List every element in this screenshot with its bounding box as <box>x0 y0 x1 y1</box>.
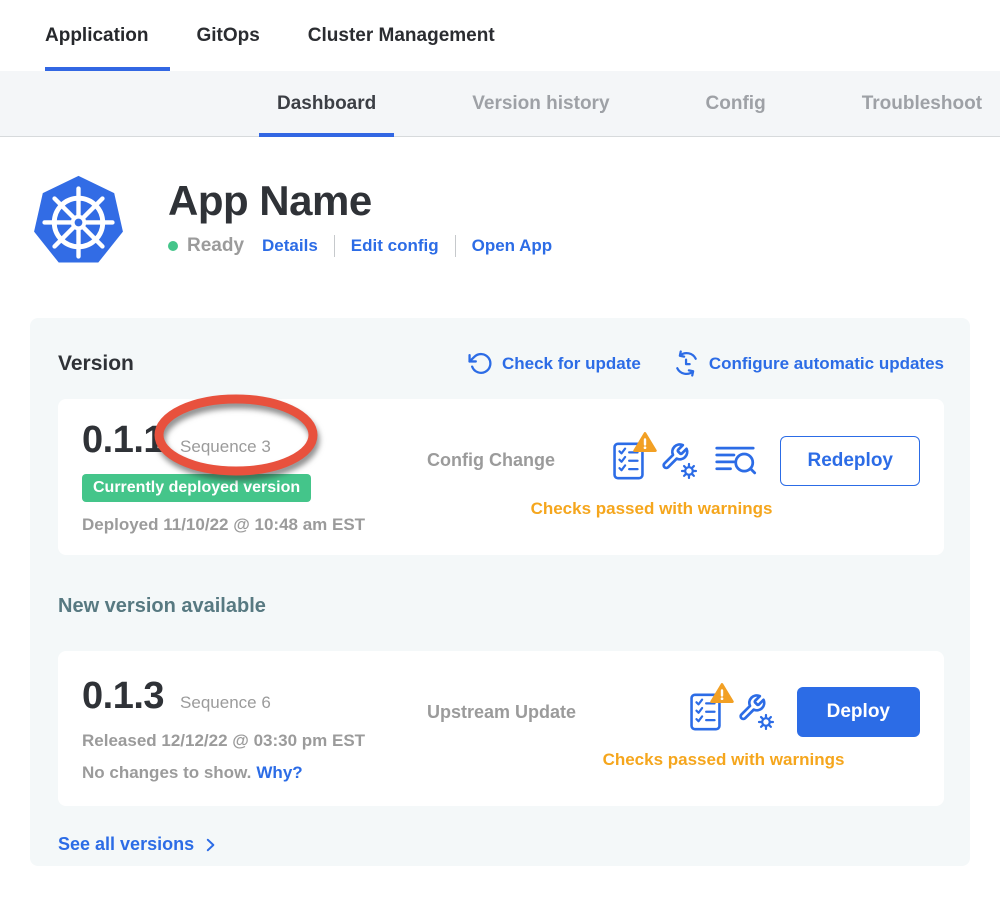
app-header: App Name Ready Details Edit config Open … <box>30 173 1000 270</box>
open-app-link[interactable]: Open App <box>472 236 553 256</box>
schedule-update-icon <box>673 350 700 377</box>
version-section-title: Version <box>58 352 134 376</box>
no-changes-text: No changes to show. <box>82 763 251 782</box>
version-source-label: Upstream Update <box>427 702 576 723</box>
chevron-right-icon <box>201 836 219 854</box>
available-version-number: 0.1.3 <box>82 675 164 718</box>
check-for-update-label: Check for update <box>502 354 641 374</box>
primary-nav: Application GitOps Cluster Management <box>0 0 1000 71</box>
details-link[interactable]: Details <box>262 236 318 256</box>
currently-deployed-badge: Currently deployed version <box>82 474 311 502</box>
refresh-icon <box>468 351 493 376</box>
available-sequence-label: Sequence 6 <box>180 693 271 713</box>
warning-triangle-icon <box>710 682 734 704</box>
released-timestamp: Released 12/12/22 @ 03:30 pm EST <box>82 731 427 751</box>
edit-config-link[interactable]: Edit config <box>351 236 439 256</box>
version-source-label: Config Change <box>427 450 555 471</box>
why-link[interactable]: Why? <box>256 763 302 782</box>
redeploy-button[interactable]: Redeploy <box>780 436 920 486</box>
config-tools-icon[interactable] <box>660 442 698 480</box>
changes-note: No changes to show. Why? <box>82 763 427 783</box>
nav-item-gitops[interactable]: GitOps <box>196 0 259 71</box>
deployed-version-number: 0.1.1 <box>82 419 164 462</box>
see-all-versions-link[interactable]: See all versions <box>58 834 944 855</box>
preflight-checks-icon[interactable] <box>613 442 644 480</box>
deployed-version-card: 0.1.1 Sequence 3 Currently deployed vers… <box>58 399 944 555</box>
page-title: App Name <box>168 179 552 223</box>
check-for-update-link[interactable]: Check for update <box>468 351 641 376</box>
configure-automatic-updates-link[interactable]: Configure automatic updates <box>673 350 944 377</box>
nav-item-application[interactable]: Application <box>45 0 148 71</box>
warning-triangle-icon <box>633 431 657 453</box>
view-diff-logs-icon[interactable] <box>714 444 758 477</box>
see-all-versions-label: See all versions <box>58 834 194 855</box>
divider <box>334 235 335 257</box>
tab-config[interactable]: Config <box>688 71 784 136</box>
checks-status-text[interactable]: Checks passed with warnings <box>427 750 920 770</box>
deployed-timestamp: Deployed 11/10/22 @ 10:48 am EST <box>82 515 427 535</box>
preflight-checks-icon[interactable] <box>690 693 721 731</box>
tab-version-history[interactable]: Version history <box>454 71 627 136</box>
checks-status-text[interactable]: Checks passed with warnings <box>427 499 920 519</box>
deployed-sequence-label: Sequence 3 <box>180 437 271 457</box>
configure-automatic-updates-label: Configure automatic updates <box>709 354 944 374</box>
status-ready-dot <box>168 241 178 251</box>
nav-item-cluster-management[interactable]: Cluster Management <box>308 0 495 71</box>
config-tools-icon[interactable] <box>737 693 775 731</box>
tab-dashboard[interactable]: Dashboard <box>259 71 394 136</box>
app-status-row: Ready Details Edit config Open App <box>168 235 552 257</box>
divider <box>455 235 456 257</box>
status-badge: Ready <box>187 235 244 257</box>
kubernetes-logo-icon <box>30 173 127 270</box>
tab-troubleshoot[interactable]: Troubleshoot <box>844 71 1000 136</box>
available-version-card: 0.1.3 Sequence 6 Released 12/12/22 @ 03:… <box>58 651 944 806</box>
app-tab-bar: Dashboard Version history Config Trouble… <box>0 71 1000 137</box>
new-version-heading: New version available <box>58 595 944 618</box>
version-panel: Version Check for update <box>30 318 970 866</box>
deploy-button[interactable]: Deploy <box>797 687 920 737</box>
